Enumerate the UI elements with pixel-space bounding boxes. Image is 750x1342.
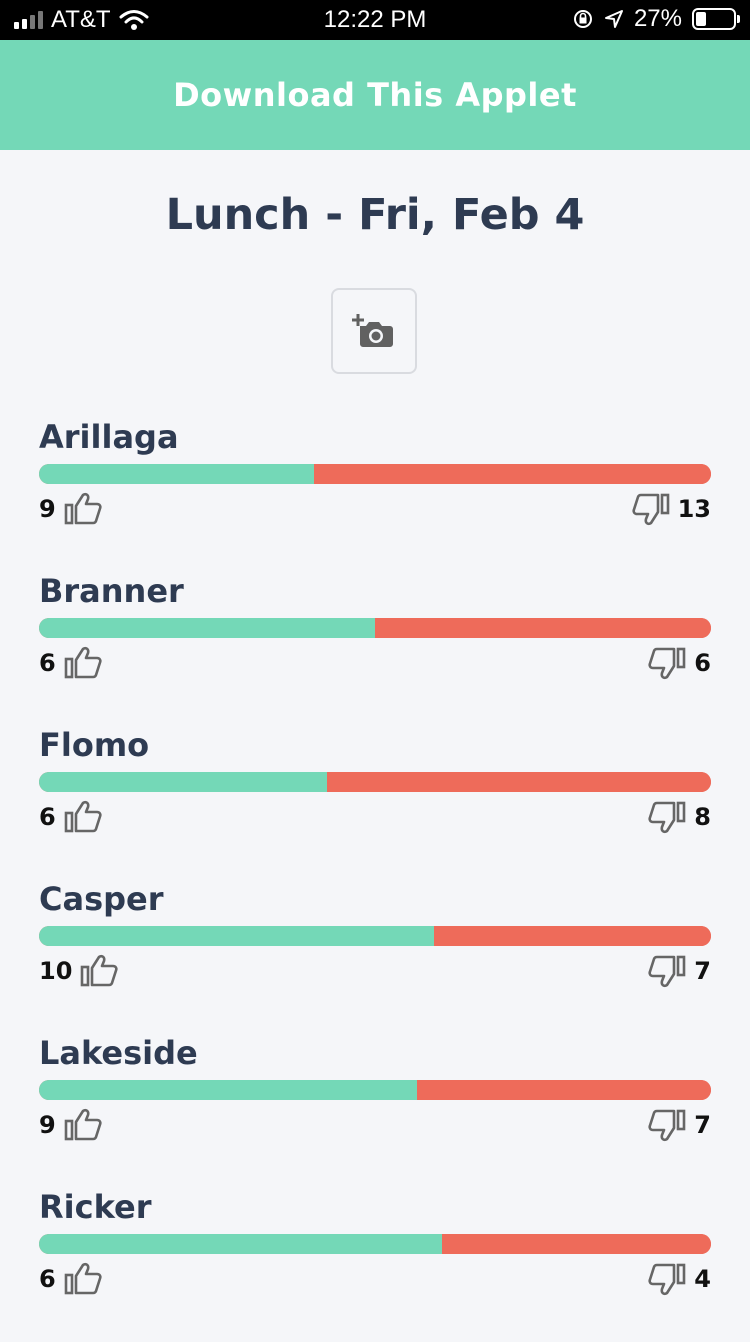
rating-bar <box>39 926 711 946</box>
upvote-count: 10 <box>39 957 73 985</box>
upvote-group: 9 <box>39 492 102 526</box>
rating-bar-negative <box>434 926 711 946</box>
thumbs-up-icon[interactable] <box>64 492 102 526</box>
thumbs-down-icon[interactable] <box>648 1108 686 1142</box>
dining-hall-row: Casper 10 7 <box>39 880 711 1034</box>
upvote-count: 6 <box>39 649 56 677</box>
downvote-count: 8 <box>694 803 711 831</box>
thumbs-up-icon[interactable] <box>64 800 102 834</box>
upvote-count: 9 <box>39 1111 56 1139</box>
downvote-group: 13 <box>631 492 711 526</box>
page-title: Lunch - Fri, Feb 4 <box>165 190 585 240</box>
rating-bar-negative <box>327 772 711 792</box>
rating-bar <box>39 1234 711 1254</box>
downvote-count: 7 <box>694 1111 711 1139</box>
downvote-group: 7 <box>648 1108 711 1142</box>
downvote-group: 7 <box>648 954 711 988</box>
status-right: 27% <box>572 5 740 33</box>
upvote-count: 6 <box>39 1265 56 1293</box>
rating-bar <box>39 1080 711 1100</box>
upvote-group: 9 <box>39 1108 102 1142</box>
upvote-group: 6 <box>39 646 102 680</box>
dining-hall-row: Ricker 6 4 <box>39 1188 711 1342</box>
battery-percent: 27% <box>633 5 682 32</box>
downvote-group: 6 <box>648 646 711 680</box>
battery-icon <box>692 8 740 30</box>
downvote-group: 4 <box>648 1262 711 1296</box>
rating-bar <box>39 772 711 792</box>
dining-hall-list: Arillaga 9 13 Branner 6 6 Flomo 6 8 Casper 10 7 Lake… <box>39 418 711 1342</box>
status-bar: AT&T 12:22 PM 27% <box>0 0 750 40</box>
thumbs-up-icon[interactable] <box>80 954 119 988</box>
upvote-group: 6 <box>39 800 102 834</box>
dining-hall-name: Branner <box>39 572 184 610</box>
download-applet-button[interactable]: Download This Applet <box>0 40 750 150</box>
battery-level <box>696 12 706 26</box>
thumbs-down-icon[interactable] <box>631 492 670 526</box>
thumbs-down-icon[interactable] <box>648 1262 686 1296</box>
thumbs-down-icon[interactable] <box>648 800 686 834</box>
rating-bar-negative <box>442 1234 711 1254</box>
dining-hall-row: Flomo 6 8 <box>39 726 711 880</box>
dining-hall-row: Arillaga 9 13 <box>39 418 711 572</box>
upvote-group: 6 <box>39 1262 102 1296</box>
dining-hall-name: Arillaga <box>39 418 179 456</box>
download-applet-label: Download This Applet <box>173 76 577 114</box>
add-photo-button[interactable] <box>331 288 417 374</box>
dining-hall-name: Ricker <box>39 1188 152 1226</box>
downvote-group: 8 <box>648 800 711 834</box>
upvote-count: 9 <box>39 495 56 523</box>
rating-bar-positive <box>39 618 375 638</box>
rating-bar-positive <box>39 464 314 484</box>
location-arrow-icon <box>604 10 623 28</box>
thumbs-up-icon[interactable] <box>64 1108 102 1142</box>
thumbs-up-icon[interactable] <box>64 646 102 680</box>
thumbs-down-icon[interactable] <box>648 954 686 988</box>
rating-bar-negative <box>417 1080 711 1100</box>
rating-bar-positive <box>39 1080 417 1100</box>
rating-bar-positive <box>39 926 435 946</box>
thumbs-down-icon[interactable] <box>648 646 686 680</box>
add-photo-icon <box>352 314 393 347</box>
rating-bar-negative <box>313 464 711 484</box>
upvote-group: 10 <box>39 954 119 988</box>
dining-hall-name: Casper <box>39 880 164 918</box>
rating-bar-positive <box>39 772 327 792</box>
downvote-count: 7 <box>694 957 711 985</box>
dining-hall-name: Lakeside <box>39 1034 198 1072</box>
dining-hall-row: Branner 6 6 <box>39 572 711 726</box>
dining-hall-name: Flomo <box>39 726 150 764</box>
rating-bar <box>39 618 711 638</box>
upvote-count: 6 <box>39 803 56 831</box>
thumbs-up-icon[interactable] <box>64 1262 102 1296</box>
downvote-count: 6 <box>694 649 711 677</box>
rating-bar-positive <box>39 1234 443 1254</box>
downvote-count: 13 <box>677 495 711 523</box>
downvote-count: 4 <box>694 1265 711 1293</box>
rating-bar <box>39 464 711 484</box>
rating-bar-negative <box>375 618 711 638</box>
orientation-lock-icon <box>573 10 592 28</box>
dining-hall-row: Lakeside 9 7 <box>39 1034 711 1188</box>
